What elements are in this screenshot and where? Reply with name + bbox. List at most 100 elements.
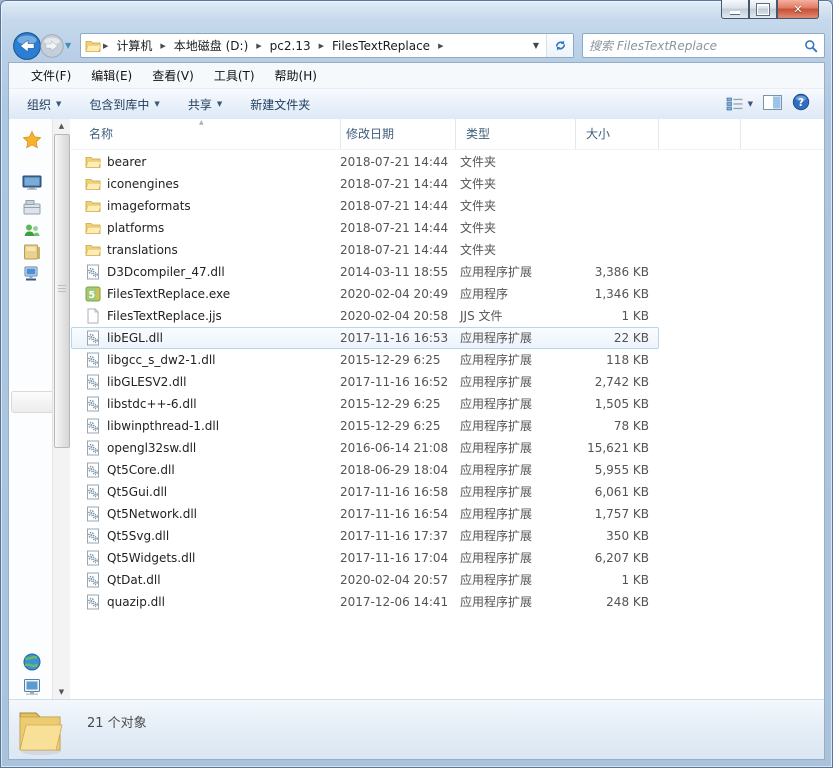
scroll-down-icon[interactable]: ▼ bbox=[53, 685, 70, 700]
file-date: 2020-02-04 20:57 bbox=[340, 573, 449, 587]
file-row[interactable]: Qt5Network.dll 2017-11-16 16:54 应用程序扩展 1,75… bbox=[71, 503, 659, 525]
homegroup-icon[interactable] bbox=[22, 220, 42, 240]
history-dropdown-icon[interactable]: ▼ bbox=[65, 41, 71, 50]
search-icon[interactable] bbox=[804, 39, 824, 53]
file-name: Qt5Network.dll bbox=[107, 507, 197, 521]
file-type: 应用程序扩展 bbox=[460, 353, 533, 367]
minimize-button[interactable] bbox=[721, 0, 749, 19]
change-view-button[interactable]: ▼ bbox=[726, 97, 753, 111]
include-in-library-button[interactable]: 包含到库中 ▼ bbox=[79, 96, 169, 113]
file-date: 2018-07-21 14:44 bbox=[340, 155, 449, 169]
preview-pane-button[interactable] bbox=[763, 94, 782, 114]
breadcrumb-arrow-icon[interactable]: ▶ bbox=[158, 42, 167, 50]
file-date: 2018-07-21 14:44 bbox=[340, 221, 449, 235]
network-computer-icon[interactable] bbox=[22, 677, 42, 697]
menu-tools[interactable]: 工具(T) bbox=[204, 67, 265, 84]
refresh-button[interactable] bbox=[546, 34, 573, 57]
dll-icon bbox=[85, 330, 101, 349]
file-row[interactable]: iconengines 2018-07-21 14:44 文件夹 bbox=[71, 173, 659, 195]
file-name: libgcc_s_dw2-1.dll bbox=[107, 353, 216, 367]
window-controls: ✕ bbox=[721, 0, 819, 20]
chevron-down-icon: ▼ bbox=[216, 100, 223, 108]
address-bar[interactable]: ▶ 计算机 ▶ 本地磁盘 (D:) ▶ pc2.13 ▶ FilesTextRe… bbox=[80, 33, 574, 58]
file-type: 应用程序扩展 bbox=[460, 595, 533, 609]
help-button[interactable]: ? bbox=[792, 93, 810, 115]
column-header-date[interactable]: 修改日期 bbox=[341, 119, 456, 149]
file-row[interactable]: bearer 2018-07-21 14:44 文件夹 bbox=[71, 151, 659, 173]
favorites-star-icon[interactable] bbox=[22, 130, 42, 150]
column-header-type[interactable]: 类型 bbox=[456, 119, 576, 149]
network-globe-icon[interactable] bbox=[22, 652, 42, 672]
file-type: 应用程序扩展 bbox=[460, 573, 533, 587]
file-size bbox=[570, 217, 653, 239]
file-row[interactable]: translations 2018-07-21 14:44 文件夹 bbox=[71, 239, 659, 261]
libraries-icon[interactable] bbox=[22, 198, 42, 218]
dll-icon bbox=[85, 506, 101, 525]
file-row[interactable]: 5 FilesTextReplace.exe 2020-02-04 20:49 应用程… bbox=[71, 283, 659, 305]
file-type: 文件夹 bbox=[460, 155, 497, 169]
breadcrumb-arrow-icon[interactable]: ▶ bbox=[254, 42, 263, 50]
file-row[interactable]: platforms 2018-07-21 14:44 文件夹 bbox=[71, 217, 659, 239]
forward-button[interactable] bbox=[39, 33, 65, 63]
address-dropdown-icon[interactable]: ▼ bbox=[526, 41, 546, 50]
file-row[interactable]: libGLESV2.dll 2017-11-16 16:52 应用程序扩展 2,742… bbox=[71, 371, 659, 393]
file-row[interactable]: FilesTextReplace.jjs 2020-02-04 20:58 JJS … bbox=[71, 305, 659, 327]
menu-view[interactable]: 查看(V) bbox=[142, 67, 204, 84]
file-row[interactable]: QtDat.dll 2020-02-04 20:57 应用程序扩展 1 KB bbox=[71, 569, 659, 591]
breadcrumb-arrow-icon[interactable]: ▶ bbox=[101, 42, 110, 50]
file-row[interactable]: imageformats 2018-07-21 14:44 文件夹 bbox=[71, 195, 659, 217]
file-row[interactable]: quazip.dll 2017-12-06 14:41 应用程序扩展 248 KB bbox=[71, 591, 659, 613]
scroll-up-icon[interactable]: ▲ bbox=[53, 119, 70, 134]
file-size: 1 KB bbox=[621, 309, 649, 323]
search-input[interactable] bbox=[583, 38, 804, 53]
dll-icon bbox=[85, 264, 101, 283]
file-type: 应用程序扩展 bbox=[460, 529, 533, 543]
file-row[interactable]: Qt5Widgets.dll 2017-11-16 17:04 应用程序扩展 6,20… bbox=[71, 547, 659, 569]
breadcrumb-arrow-icon[interactable]: ▶ bbox=[436, 42, 445, 50]
close-button[interactable]: ✕ bbox=[777, 0, 819, 19]
file-row[interactable]: Qt5Core.dll 2018-06-29 18:04 应用程序扩展 5,955 K… bbox=[71, 459, 659, 481]
menu-edit[interactable]: 编辑(E) bbox=[81, 67, 142, 84]
navigation-bar: ▼ ▶ 计算机 ▶ 本地磁盘 (D:) ▶ pc2.13 ▶ FilesText… bbox=[8, 31, 825, 61]
file-row[interactable]: libwinpthread-1.dll 2015-12-29 6:25 应用程序扩展… bbox=[71, 415, 659, 437]
file-type: 应用程序扩展 bbox=[460, 507, 533, 521]
file-row[interactable]: libstdc++-6.dll 2015-12-29 6:25 应用程序扩展 1,50… bbox=[71, 393, 659, 415]
breadcrumb-item-local-disk-d[interactable]: 本地磁盘 (D:) bbox=[168, 37, 254, 54]
computer-icon[interactable] bbox=[22, 242, 42, 262]
back-button[interactable] bbox=[12, 31, 42, 65]
main-content: ▲ ▼ 名称 修改日期 类型 大小 ▲ bearer 2018-07-21 14… bbox=[9, 119, 824, 700]
menu-help[interactable]: 帮助(H) bbox=[265, 67, 327, 84]
file-row[interactable]: libEGL.dll 2017-11-16 16:53 应用程序扩展 22 KB bbox=[71, 327, 659, 349]
menu-file[interactable]: 文件(F) bbox=[21, 67, 81, 84]
menu-bar: 文件(F) 编辑(E) 查看(V) 工具(T) 帮助(H) bbox=[9, 63, 824, 89]
file-row[interactable]: D3Dcompiler_47.dll 2014-03-11 18:55 应用程序扩展… bbox=[71, 261, 659, 283]
breadcrumb-arrow-icon[interactable]: ▶ bbox=[317, 42, 326, 50]
breadcrumb-item-filestextreplace[interactable]: FilesTextReplace bbox=[326, 39, 436, 53]
sort-ascending-icon: ▲ bbox=[199, 119, 204, 126]
desktop-icon[interactable] bbox=[22, 172, 42, 192]
file-row[interactable]: Qt5Gui.dll 2017-11-16 16:58 应用程序扩展 6,061 KB bbox=[71, 481, 659, 503]
file-size: 248 KB bbox=[606, 595, 649, 609]
organize-button[interactable]: 组织 ▼ bbox=[17, 96, 71, 113]
column-header-size[interactable]: 大小 bbox=[576, 119, 659, 149]
network-item-icon[interactable] bbox=[22, 264, 42, 284]
file-name: libEGL.dll bbox=[107, 331, 163, 345]
column-header-name[interactable]: 名称 bbox=[71, 119, 341, 149]
maximize-button[interactable] bbox=[749, 0, 777, 19]
file-row[interactable]: libgcc_s_dw2-1.dll 2015-12-29 6:25 应用程序扩展 1… bbox=[71, 349, 659, 371]
file-name: libGLESV2.dll bbox=[107, 375, 187, 389]
new-folder-button[interactable]: 新建文件夹 bbox=[240, 96, 320, 113]
breadcrumb-item-pc213[interactable]: pc2.13 bbox=[264, 39, 317, 53]
breadcrumb-item-computer[interactable]: 计算机 bbox=[110, 37, 158, 54]
file-row[interactable]: opengl32sw.dll 2016-06-14 21:08 应用程序扩展 15,6… bbox=[71, 437, 659, 459]
scrollbar-thumb[interactable] bbox=[54, 134, 70, 448]
file-size: 118 KB bbox=[606, 353, 649, 367]
sidebar-scrollbar[interactable]: ▲ ▼ bbox=[52, 119, 70, 700]
share-button[interactable]: 共享 ▼ bbox=[178, 96, 232, 113]
file-row[interactable]: Qt5Svg.dll 2017-11-16 17:37 应用程序扩展 350 KB bbox=[71, 525, 659, 547]
dll-icon bbox=[85, 462, 101, 481]
file-size: 1,505 KB bbox=[594, 397, 649, 411]
file-type: 文件夹 bbox=[460, 199, 497, 213]
dll-icon bbox=[85, 440, 101, 459]
file-size: 1 KB bbox=[621, 573, 649, 587]
